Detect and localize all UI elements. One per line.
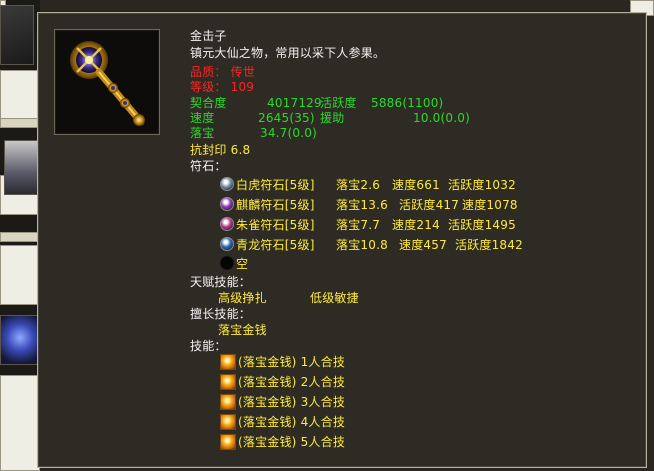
background-armor-thumbnail[interactable] [0, 315, 40, 365]
talent-skill-1[interactable]: 高级挣扎 [218, 291, 267, 305]
assist-value: 10.0(0.0) [413, 111, 470, 125]
item-icon-frame [54, 29, 160, 135]
empty-slot-label: 空 [236, 257, 249, 271]
talent-header: 天赋技能： [190, 275, 252, 289]
specialty-skill[interactable]: 落宝金钱 [218, 323, 267, 337]
rune-stat-2: 速度1078 [462, 198, 518, 212]
background-character-thumbnail[interactable] [4, 140, 38, 195]
skill-name: (落宝金钱) 4人合技 [238, 415, 346, 429]
rune-name: 朱雀符石[5级] [236, 218, 315, 232]
grid-cell [0, 245, 40, 305]
seal-resist: 抗封印 6.8 [190, 143, 251, 157]
skill-name: (落宝金钱) 2人合技 [238, 375, 346, 389]
grid-cell [0, 118, 40, 128]
item-name: 金击子 [190, 29, 227, 43]
background-item-thumbnail[interactable] [0, 5, 34, 65]
rune-stat-2: 活跃度1842 [455, 238, 523, 252]
speed-value: 2645(35) [258, 111, 315, 125]
rune-stat-2: 活跃度1032 [448, 178, 516, 192]
rune-loot: 落宝7.7 [336, 218, 381, 232]
speed-label: 速度 [190, 111, 215, 125]
rune-stat-1: 速度661 [392, 178, 440, 192]
rune-loot: 落宝13.6 [336, 198, 388, 212]
rune-loot: 落宝2.6 [336, 178, 381, 192]
quality-value: 传世 [230, 65, 256, 79]
skill-name: (落宝金钱) 1人合技 [238, 355, 346, 369]
level-row: 等级： 109 [190, 80, 254, 94]
skill-name: (落宝金钱) 5人合技 [238, 435, 346, 449]
empty-slot-icon [220, 256, 234, 270]
grid-cell [0, 375, 40, 471]
loot-label: 落宝 [190, 126, 215, 140]
activity-value: 5886(1100) [371, 96, 444, 110]
rune-stat-1: 活跃度417 [399, 198, 460, 212]
gold-coin-skill-icon [220, 434, 236, 450]
gold-coin-skill-icon [220, 414, 236, 430]
rune-name: 青龙符石[5级] [236, 238, 315, 252]
gold-coin-skill-icon [220, 394, 236, 410]
grid-cell [0, 232, 40, 242]
rune-loot: 落宝10.8 [336, 238, 388, 252]
rune-name: 白虎符石[5级] [236, 178, 315, 192]
gold-coin-skill-icon [220, 374, 236, 390]
fit-value: 4017129 [267, 96, 322, 110]
level-value: 109 [230, 80, 255, 94]
rune-stat-2: 活跃度1495 [448, 218, 516, 232]
activity-label: 活跃度 [320, 96, 357, 110]
rune-stat-1: 速度214 [392, 218, 440, 232]
rune-stat-1: 速度457 [399, 238, 447, 252]
loot-value: 34.7(0.0) [260, 126, 317, 140]
quality-row: 品质： 传世 [190, 65, 255, 79]
item-description: 镇元大仙之物，常用以采下人参果。 [190, 46, 386, 60]
fit-label: 契合度 [190, 96, 227, 110]
grid-cell [0, 70, 40, 120]
quality-label: 品质： [190, 65, 227, 79]
specialty-header: 擅长技能： [190, 307, 252, 321]
runes-header: 符石： [190, 159, 227, 173]
rune-name: 麒麟符石[5级] [236, 198, 315, 212]
golden-scepter-icon [70, 41, 145, 126]
skills-header: 技能： [190, 339, 227, 353]
item-tooltip: 金击子 镇元大仙之物，常用以采下人参果。 品质： 传世 等级： 109 契合度 … [37, 12, 647, 468]
azure-dragon-rune-icon [220, 237, 234, 251]
white-tiger-rune-icon [220, 177, 234, 191]
qilin-rune-icon [220, 197, 234, 211]
talent-skill-2[interactable]: 低级敏捷 [310, 291, 359, 305]
skill-name: (落宝金钱) 3人合技 [238, 395, 346, 409]
vermilion-bird-rune-icon [220, 217, 234, 231]
level-label: 等级： [190, 80, 227, 94]
assist-label: 援助 [320, 111, 345, 125]
gold-coin-skill-icon [220, 354, 236, 370]
